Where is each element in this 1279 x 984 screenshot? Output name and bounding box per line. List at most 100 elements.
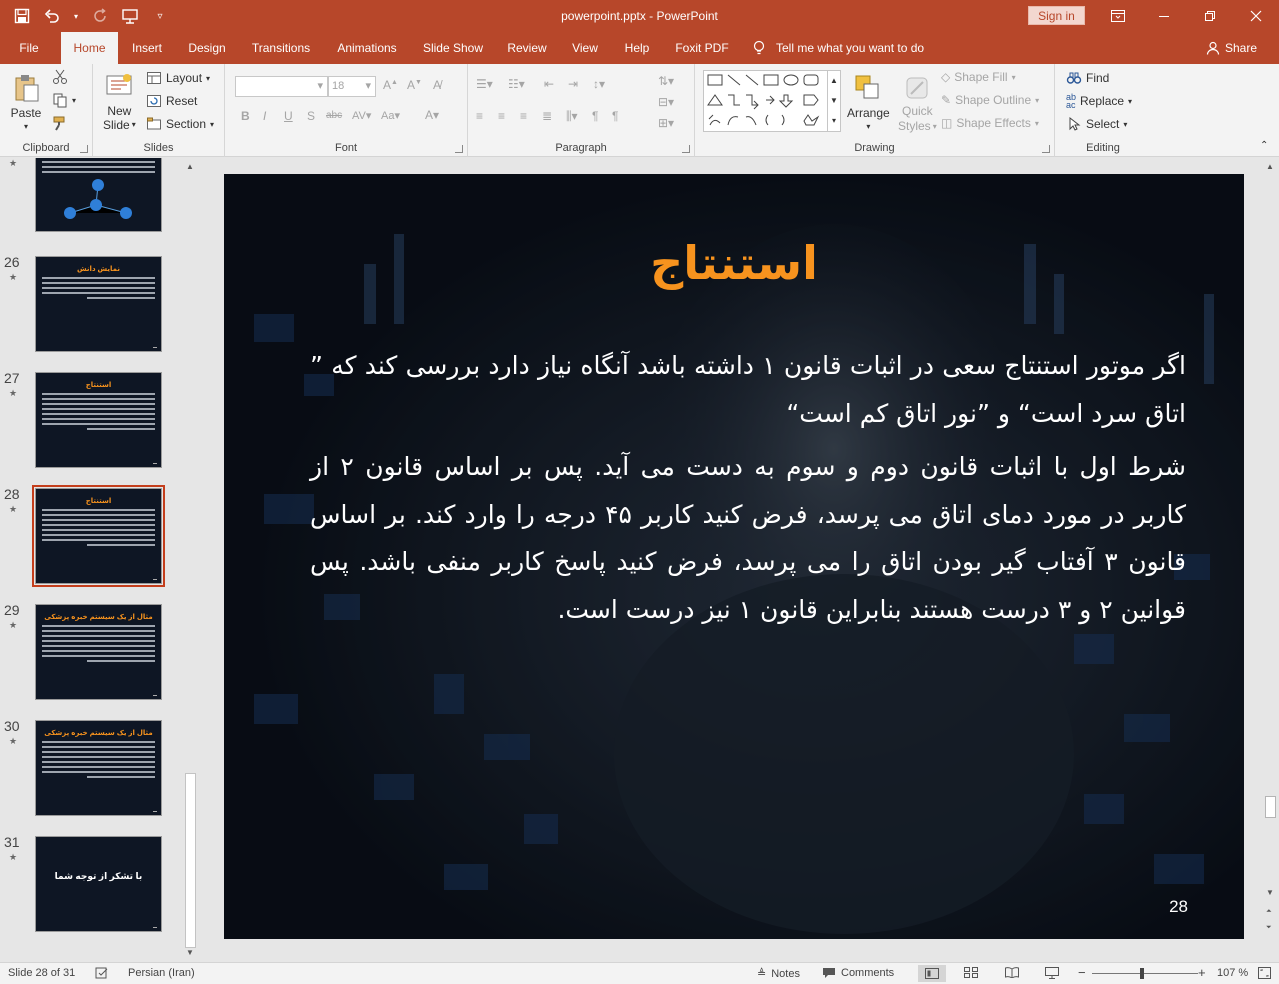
- shapes-gallery[interactable]: ▲ ▼ ▾: [703, 70, 841, 132]
- arrange-button[interactable]: Arrange ▾: [847, 72, 890, 131]
- spell-check-icon[interactable]: [95, 967, 109, 979]
- align-text-icon[interactable]: ⊟▾: [658, 95, 674, 109]
- collapse-ribbon-icon[interactable]: ⌃: [1260, 140, 1268, 151]
- scroll-up-icon[interactable]: ▲: [186, 162, 194, 171]
- copy-icon[interactable]: ▾: [52, 92, 76, 108]
- slide-title[interactable]: استنتاج: [224, 236, 1244, 290]
- tab-view[interactable]: View: [566, 32, 604, 64]
- next-slide-icon[interactable]: ⏷: [1266, 924, 1272, 932]
- reading-view-icon[interactable]: [1005, 967, 1019, 978]
- strikethrough-icon[interactable]: abc: [326, 110, 342, 121]
- fit-slide-icon[interactable]: [1258, 967, 1271, 979]
- customize-qat-icon[interactable]: ▿: [150, 6, 170, 26]
- shape-outline-button[interactable]: ✎ Shape Outline ▾: [941, 93, 1039, 107]
- redo-icon[interactable]: [90, 6, 110, 26]
- sign-in-button[interactable]: Sign in: [1028, 6, 1085, 25]
- slide-show-view-icon[interactable]: [1045, 967, 1059, 979]
- format-painter-icon[interactable]: [52, 115, 68, 131]
- bold-icon[interactable]: B: [241, 109, 250, 123]
- select-button[interactable]: Select ▾: [1066, 116, 1127, 132]
- smartart-icon[interactable]: ⊞▾: [658, 116, 674, 130]
- line-spacing-icon[interactable]: ↕▾: [593, 77, 605, 91]
- slide-body-text[interactable]: اگر موتور استنتاج سعی در اثبات قانون ۱ د…: [310, 342, 1186, 639]
- slide-thumbnail-panel[interactable]: ★ 26 ★ نمایش دانش 27 ★ استنتاج 28 ★ استنتاج 29 ★ مث…: [0, 158, 200, 962]
- comments-button[interactable]: Comments: [822, 967, 894, 979]
- scrollbar-thumb[interactable]: [185, 773, 196, 948]
- scroll-down-icon[interactable]: ▼: [1266, 888, 1274, 897]
- font-size-box[interactable]: 18 ▾: [328, 76, 376, 97]
- font-name-box[interactable]: ▾: [235, 76, 328, 97]
- tab-file[interactable]: File: [8, 32, 50, 64]
- shapes-scroll-icon[interactable]: ▲ ▼ ▾: [827, 71, 840, 131]
- cut-icon[interactable]: [52, 69, 68, 85]
- tab-foxit-pdf[interactable]: Foxit PDF: [670, 32, 734, 64]
- thumbnail-scrollbar[interactable]: ▲ ▼: [182, 158, 199, 962]
- rtl-icon[interactable]: ¶: [592, 109, 598, 123]
- slide-editing-area[interactable]: استنتاج اگر موتور استنتاج سعی در اثبات ق…: [200, 158, 1262, 962]
- language-indicator[interactable]: Persian (Iran): [128, 967, 195, 979]
- new-slide-button[interactable]: New Slide ▾: [103, 72, 136, 132]
- ribbon-display-options-icon[interactable]: [1095, 0, 1141, 32]
- font-color-icon[interactable]: A▾: [425, 108, 439, 122]
- normal-view-icon[interactable]: [918, 965, 946, 982]
- drawing-launcher-icon[interactable]: [1042, 145, 1050, 153]
- text-shadow-icon[interactable]: S: [307, 109, 315, 123]
- layout-button[interactable]: Layout ▾: [146, 70, 210, 86]
- scrollbar-thumb[interactable]: [1265, 796, 1276, 818]
- decrease-font-size-icon[interactable]: A▼: [407, 78, 422, 92]
- clipboard-launcher-icon[interactable]: [80, 145, 88, 153]
- share-button[interactable]: Share: [1206, 32, 1257, 64]
- align-center-icon[interactable]: ≡: [498, 109, 505, 123]
- clear-formatting-icon[interactable]: A̸: [433, 78, 441, 92]
- increase-font-size-icon[interactable]: A▲: [383, 78, 398, 92]
- tab-slide-show[interactable]: Slide Show: [417, 32, 489, 64]
- save-icon[interactable]: [12, 6, 32, 26]
- paragraph-launcher-icon[interactable]: [682, 145, 690, 153]
- tab-design[interactable]: Design: [182, 32, 232, 64]
- underline-icon[interactable]: U: [284, 109, 293, 123]
- tab-home[interactable]: Home: [61, 32, 118, 64]
- replace-button[interactable]: ab ac Replace ▾: [1066, 93, 1132, 110]
- paste-button[interactable]: Paste ▾: [10, 72, 42, 131]
- zoom-slider[interactable]: [1092, 973, 1198, 974]
- start-from-beginning-icon[interactable]: [120, 6, 140, 26]
- zoom-out-icon[interactable]: −: [1078, 965, 1086, 980]
- align-left-icon[interactable]: ≡: [476, 109, 483, 123]
- numbering-icon[interactable]: ☷▾: [508, 77, 525, 91]
- bullets-icon[interactable]: ☰▾: [476, 77, 493, 91]
- scroll-down-icon[interactable]: ▼: [186, 948, 194, 957]
- shape-fill-button[interactable]: ◇ Shape Fill ▾: [941, 70, 1016, 84]
- font-launcher-icon[interactable]: [455, 145, 463, 153]
- section-button[interactable]: Section ▾: [146, 116, 214, 132]
- restore-icon[interactable]: [1187, 0, 1233, 32]
- current-slide[interactable]: استنتاج اگر موتور استنتاج سعی در اثبات ق…: [224, 174, 1244, 939]
- slide-sorter-view-icon[interactable]: [964, 967, 978, 978]
- minimize-icon[interactable]: [1141, 0, 1187, 32]
- zoom-level[interactable]: 107 %: [1217, 967, 1248, 979]
- change-case-icon[interactable]: Aa▾: [381, 109, 400, 122]
- decrease-indent-icon[interactable]: ⇤: [544, 77, 554, 91]
- tab-insert[interactable]: Insert: [124, 32, 170, 64]
- text-direction-icon[interactable]: ⇅▾: [658, 74, 674, 88]
- close-icon[interactable]: [1233, 0, 1279, 32]
- scroll-up-icon[interactable]: ▲: [1266, 162, 1274, 171]
- undo-dropdown-icon[interactable]: ▾: [72, 6, 80, 26]
- increase-indent-icon[interactable]: ⇥: [568, 77, 578, 91]
- slide-vertical-scrollbar[interactable]: ▲ ▼ ⏶ ⏷: [1262, 158, 1279, 962]
- tab-animations[interactable]: Animations: [330, 32, 404, 64]
- quick-styles-button[interactable]: Quick Styles ▾: [898, 72, 937, 134]
- reset-button[interactable]: Reset: [146, 93, 197, 109]
- tab-transitions[interactable]: Transitions: [244, 32, 318, 64]
- find-button[interactable]: Find: [1066, 70, 1109, 86]
- shape-effects-button[interactable]: ◫ Shape Effects ▾: [941, 116, 1039, 130]
- italic-icon[interactable]: I: [263, 109, 266, 123]
- tab-help[interactable]: Help: [616, 32, 658, 64]
- zoom-slider-handle[interactable]: [1140, 968, 1144, 979]
- justify-icon[interactable]: ≣: [542, 109, 552, 123]
- ltr-icon[interactable]: ¶: [612, 109, 618, 123]
- undo-icon[interactable]: [42, 6, 62, 26]
- tell-me-search[interactable]: Tell me what you want to do: [752, 32, 924, 64]
- tab-review[interactable]: Review: [500, 32, 554, 64]
- align-right-icon[interactable]: ≡: [520, 109, 527, 123]
- zoom-in-icon[interactable]: +: [1198, 965, 1206, 980]
